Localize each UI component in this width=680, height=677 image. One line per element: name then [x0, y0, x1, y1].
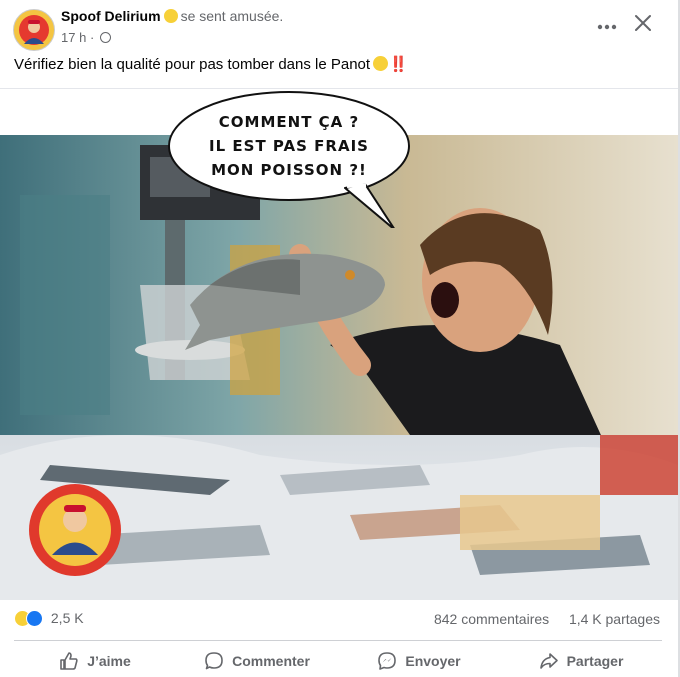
shares-count[interactable]: 1,4 K partages: [569, 611, 660, 627]
author-name[interactable]: Spoof Delirium: [61, 8, 161, 24]
post-meta: 17 h ·: [61, 30, 111, 45]
smile-emoji-icon: [163, 9, 178, 23]
close-button[interactable]: [630, 12, 656, 38]
thumbs-up-icon: [60, 651, 78, 670]
like-button[interactable]: J’aime: [14, 644, 176, 677]
comment-icon: [205, 651, 223, 669]
share-button[interactable]: Partager: [500, 644, 662, 677]
more-horizontal-icon: [597, 24, 617, 30]
more-options-button[interactable]: [593, 14, 621, 38]
post-stats: 842 commentaires 1,4 K partages: [434, 611, 660, 627]
author-avatar[interactable]: [13, 9, 55, 51]
caption-text: Vérifiez bien la qualité pour pas tomber…: [14, 56, 371, 73]
public-globe-icon: [99, 32, 111, 43]
reaction-summary[interactable]: 2,5 K: [14, 610, 84, 630]
facebook-post: Spoof Delirium se sent amusée. 17 h · Vér…: [0, 0, 680, 677]
messenger-icon: [378, 651, 397, 670]
bubble-line-3: MON POISSON ?!: [211, 161, 367, 179]
meta-separator: ·: [89, 30, 95, 45]
close-icon: [635, 15, 651, 31]
send-button[interactable]: Envoyer: [338, 644, 500, 677]
bubble-line-2: IL EST PAS FRAIS: [209, 137, 369, 155]
comments-count[interactable]: 842 commentaires: [434, 611, 549, 627]
comment-label: Commenter: [232, 652, 310, 669]
like-label: J’aime: [87, 652, 131, 669]
speech-bubble: COMMENT ÇA ? IL EST PAS FRAIS MON POISSO…: [165, 88, 415, 228]
share-label: Partager: [566, 652, 624, 669]
footer-divider: [14, 640, 662, 641]
comment-button[interactable]: Commenter: [176, 644, 338, 677]
like-reaction-icon: [26, 610, 43, 627]
reaction-count: 2,5 K: [50, 610, 84, 626]
send-label: Envoyer: [405, 652, 461, 669]
monocle-emoji-icon: [373, 56, 389, 71]
share-arrow-icon: [539, 652, 558, 669]
bubble-line-1: COMMENT ÇA ?: [218, 113, 360, 131]
post-time[interactable]: 17 h: [61, 30, 86, 45]
action-bar: J’aime Commenter Envoyer Partager: [14, 644, 662, 677]
caption-suffix: ‼️: [389, 56, 408, 73]
feeling-text: se sent amusée.: [180, 8, 284, 24]
post-caption: Vérifiez bien la qualité pour pas tomber…: [14, 55, 408, 73]
author-line: Spoof Delirium se sent amusée.: [61, 8, 283, 24]
